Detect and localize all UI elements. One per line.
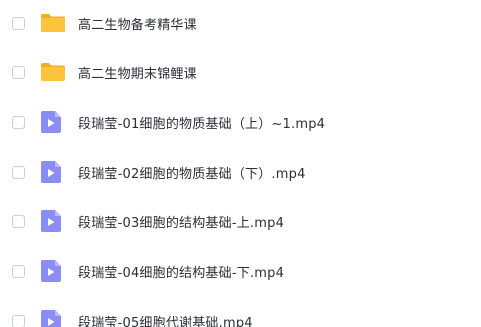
- select-checkbox[interactable]: [12, 314, 25, 327]
- select-checkbox[interactable]: [12, 165, 25, 179]
- list-item[interactable]: 段瑞莹-01细胞的物质基础（上）~1.mp4: [0, 102, 481, 142]
- video-file-icon: [40, 160, 62, 184]
- video-file-icon: [40, 110, 62, 134]
- list-item[interactable]: 高二生物期末锦鲤课: [0, 52, 481, 92]
- video-file-icon: [40, 309, 62, 327]
- video-file-icon: [40, 209, 62, 233]
- folder-icon: [40, 13, 66, 33]
- list-item[interactable]: 段瑞莹-02细胞的物质基础（下）.mp4: [0, 152, 481, 192]
- file-name[interactable]: 段瑞莹-01细胞的物质基础（上）~1.mp4: [78, 113, 325, 132]
- file-name[interactable]: 高二生物期末锦鲤课: [78, 63, 197, 82]
- file-name[interactable]: 高二生物备考精华课: [78, 14, 197, 33]
- list-item[interactable]: 段瑞莹-03细胞的结构基础-上.mp4: [0, 201, 481, 241]
- video-file-icon: [40, 259, 62, 283]
- select-checkbox[interactable]: [12, 264, 25, 278]
- select-checkbox[interactable]: [12, 115, 25, 129]
- list-item[interactable]: 高二生物备考精华课: [0, 3, 481, 43]
- select-checkbox[interactable]: [12, 214, 25, 228]
- list-item[interactable]: 段瑞莹-04细胞的结构基础-下.mp4: [0, 251, 481, 291]
- file-name[interactable]: 段瑞莹-03细胞的结构基础-上.mp4: [78, 212, 284, 231]
- file-name[interactable]: 段瑞莹-04细胞的结构基础-下.mp4: [78, 262, 284, 281]
- file-name[interactable]: 段瑞莹-02细胞的物质基础（下）.mp4: [78, 163, 306, 182]
- file-name[interactable]: 段瑞莹-05细胞代谢基础.mp4: [78, 312, 253, 327]
- file-list: 高二生物备考精华课 高二生物期末锦鲤课 段瑞莹-01细胞的物质基础（上）~1.m…: [0, 0, 481, 327]
- folder-icon: [40, 62, 66, 82]
- list-item[interactable]: 段瑞莹-05细胞代谢基础.mp4: [0, 301, 481, 327]
- select-checkbox[interactable]: [12, 16, 25, 30]
- select-checkbox[interactable]: [12, 65, 25, 79]
